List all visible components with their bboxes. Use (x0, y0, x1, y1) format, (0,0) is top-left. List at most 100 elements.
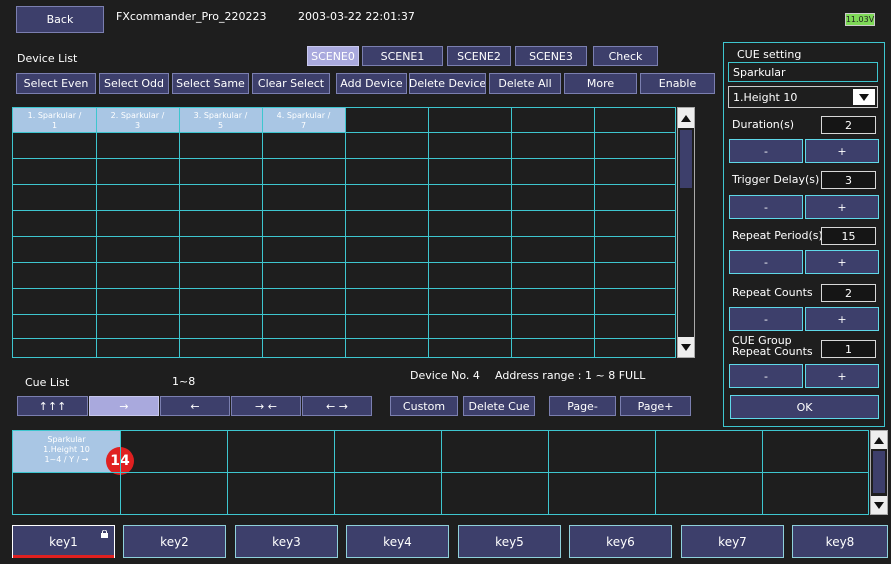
trigger-delay-value[interactable]: 3 (821, 171, 876, 189)
key1-label: key1 (49, 534, 78, 549)
effect-select-value: 1.Height 10 (733, 91, 798, 104)
delete-all-button[interactable]: Delete All (489, 73, 561, 94)
grid-line (13, 132, 675, 133)
repeat-period-plus-button[interactable]: + (805, 250, 879, 274)
device-cell-label: 3. Sparkular / (193, 111, 248, 120)
tab-scene1[interactable]: SCENE1 (362, 46, 443, 66)
cue-scrollbar[interactable] (870, 430, 888, 515)
key6-label: key6 (606, 534, 635, 549)
delete-device-button[interactable]: Delete Device (409, 73, 486, 94)
repeat-period-minus-button[interactable]: - (729, 250, 803, 274)
key2-label: key2 (160, 534, 189, 549)
device-cell-address: 5 (217, 121, 224, 130)
select-even-button[interactable]: Select Even (16, 73, 96, 94)
repeat-counts-value[interactable]: 2 (821, 284, 876, 302)
device-grid[interactable]: 1. Sparkular /1 2. Sparkular /3 3. Spark… (12, 107, 676, 358)
scroll-up-icon[interactable] (678, 108, 694, 128)
scroll-thumb[interactable] (873, 451, 885, 493)
scroll-up-icon[interactable] (871, 431, 887, 449)
grid-line (428, 108, 429, 357)
add-device-button[interactable]: Add Device (336, 73, 407, 94)
device-cell-3[interactable]: 3. Sparkular /5 (179, 108, 262, 132)
key4-button[interactable]: key4 (346, 525, 449, 558)
duration-label: Duration(s) (732, 118, 795, 131)
more-button[interactable]: More (564, 73, 637, 94)
cue-group-repeat-value[interactable]: 1 (821, 340, 876, 358)
cue-group-plus-button[interactable]: + (805, 364, 879, 388)
scroll-thumb[interactable] (680, 130, 692, 188)
key2-button[interactable]: key2 (123, 525, 226, 558)
select-same-button[interactable]: Select Same (172, 73, 249, 94)
device-name-field[interactable]: Sparkular (728, 62, 878, 82)
cue-direction-inward-button[interactable]: → ← (231, 396, 301, 416)
tab-scene2[interactable]: SCENE2 (447, 46, 511, 66)
device-cell-4[interactable]: 4. Sparkular /7 (262, 108, 345, 132)
select-odd-button[interactable]: Select Odd (99, 73, 169, 94)
cue-direction-outward-button[interactable]: ← → (302, 396, 372, 416)
back-button[interactable]: Back (16, 6, 104, 33)
check-button[interactable]: Check (593, 46, 658, 66)
grid-line (13, 236, 675, 237)
active-indicator (13, 555, 114, 558)
device-cell-label: 4. Sparkular / (276, 111, 331, 120)
delete-cue-button[interactable]: Delete Cue (463, 396, 535, 416)
cue-list-title: Cue List (25, 376, 70, 389)
tab-scene3[interactable]: SCENE3 (515, 46, 587, 66)
grid-line (13, 472, 868, 473)
grid-line (13, 210, 675, 211)
device-cell-address: 3 (134, 121, 141, 130)
device-cell-address: 7 (300, 121, 307, 130)
duration-minus-button[interactable]: - (729, 139, 803, 163)
enable-button[interactable]: Enable (640, 73, 715, 94)
key7-button[interactable]: key7 (681, 525, 784, 558)
device-scrollbar[interactable] (677, 107, 695, 358)
cue-grid[interactable]: Sparkular 1.Height 10 1~4 / Y / → 14 (12, 430, 869, 515)
key8-button[interactable]: key8 (792, 525, 888, 558)
grid-line (13, 288, 675, 289)
tab-scene0[interactable]: SCENE0 (307, 46, 359, 66)
trigger-delay-plus-button[interactable]: + (805, 195, 879, 219)
custom-button[interactable]: Custom (390, 396, 458, 416)
device-cell-1[interactable]: 1. Sparkular /1 (13, 108, 96, 132)
grid-line (511, 108, 512, 357)
duration-value[interactable]: 2 (821, 116, 876, 134)
grid-line (13, 158, 675, 159)
key3-label: key3 (272, 534, 301, 549)
ok-button[interactable]: OK (730, 395, 879, 419)
page-minus-button[interactable]: Page- (549, 396, 616, 416)
key1-button[interactable]: key1 (12, 525, 115, 558)
battery-indicator: 11.03V (845, 13, 875, 26)
key6-button[interactable]: key6 (569, 525, 672, 558)
grid-line (345, 108, 346, 357)
clear-select-button[interactable]: Clear Select (252, 73, 330, 94)
key5-label: key5 (495, 534, 524, 549)
repeat-counts-minus-button[interactable]: - (729, 307, 803, 331)
trigger-delay-minus-button[interactable]: - (729, 195, 803, 219)
cue-order-up-button[interactable]: ↑↑↑ (17, 396, 88, 416)
chevron-down-icon[interactable] (853, 89, 875, 105)
repeat-period-value[interactable]: 15 (821, 227, 876, 245)
repeat-counts-plus-button[interactable]: + (805, 307, 879, 331)
scroll-down-icon[interactable] (871, 496, 887, 514)
duration-plus-button[interactable]: + (805, 139, 879, 163)
page-plus-button[interactable]: Page+ (620, 396, 691, 416)
effect-select[interactable]: 1.Height 10 (728, 86, 878, 108)
cue-direction-right-button[interactable]: → (89, 396, 159, 416)
cue-setting-title: CUE setting (737, 48, 802, 61)
cue-group-minus-button[interactable]: - (729, 364, 803, 388)
grid-line (594, 108, 595, 357)
address-range: Address range : 1 ~ 8 FULL (495, 369, 646, 382)
device-cell-2[interactable]: 2. Sparkular /3 (96, 108, 179, 132)
grid-line (262, 108, 263, 357)
key5-button[interactable]: key5 (458, 525, 561, 558)
scroll-down-icon[interactable] (678, 337, 694, 357)
cue-cell-1[interactable]: Sparkular 1.Height 10 1~4 / Y / → (13, 431, 120, 472)
device-number: Device No. 4 (410, 369, 480, 382)
trigger-delay-label: Trigger Delay(s) (732, 173, 820, 186)
cue-direction-left-button[interactable]: ← (160, 396, 230, 416)
cue-group-repeat-label: CUE Group Repeat Counts (732, 335, 813, 357)
key7-label: key7 (718, 534, 747, 549)
key3-button[interactable]: key3 (235, 525, 338, 558)
cue-cell-detail: 1~4 / Y / → (44, 455, 89, 464)
key4-label: key4 (383, 534, 412, 549)
